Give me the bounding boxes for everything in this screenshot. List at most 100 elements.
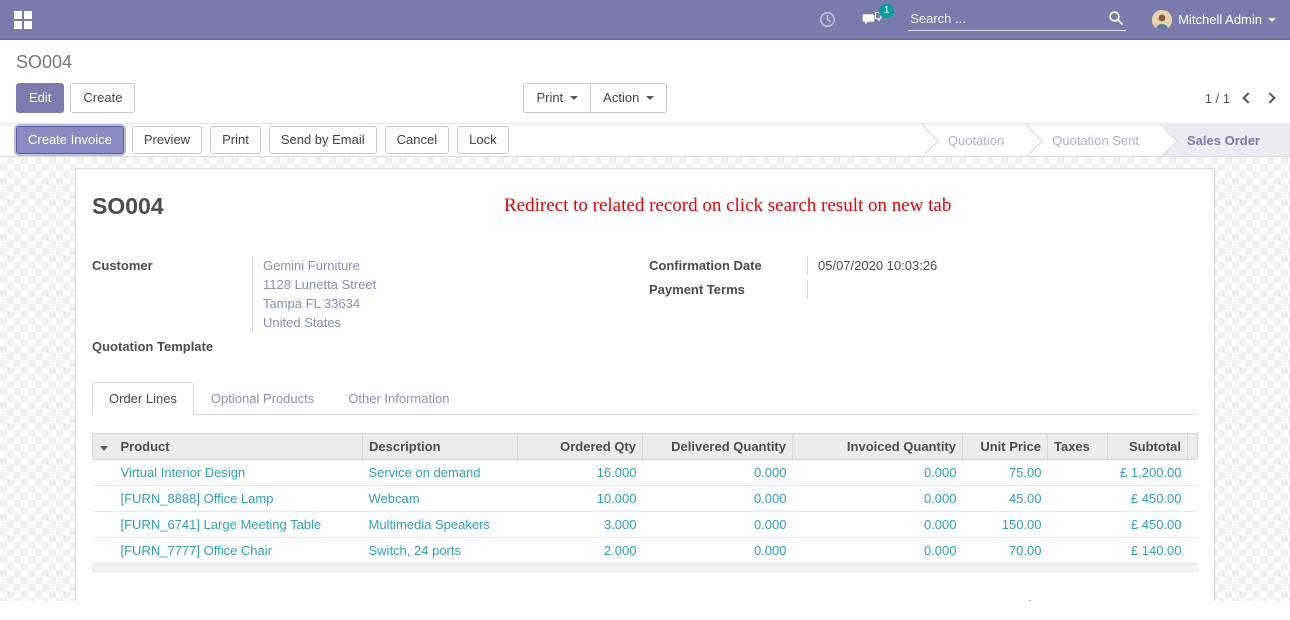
cell-filler [1188, 486, 1198, 512]
apps-square [24, 21, 32, 29]
customer-field-row: Customer Gemini Furniture 1128 Lunetta S… [92, 256, 632, 332]
cell-product: [FURN_8888] Office Lamp [115, 486, 363, 512]
create-button[interactable]: Create [70, 83, 135, 113]
stage-sales-order[interactable]: Sales Order [1161, 124, 1290, 156]
cell-product: [FURN_7777] Office Chair [115, 538, 363, 564]
customer-street: 1128 Lunetta Street [263, 275, 632, 294]
form-statusbar: Create Invoice Preview Print Send by Ema… [0, 123, 1290, 157]
table-row[interactable]: Virtual Interior Design Service on deman… [93, 460, 1198, 486]
edit-create-group: Edit Create [16, 83, 135, 113]
table-row[interactable]: [FURN_7777] Office Chair Switch, 24 port… [93, 538, 1198, 564]
messages-icon[interactable]: 1 [862, 11, 882, 28]
pager: 1 / 1 [1205, 91, 1274, 106]
order-lines-table: Product Description Ordered Qty Delivere… [92, 433, 1198, 564]
caret-down-icon [100, 446, 108, 451]
col-delivered-quantity[interactable]: Delivered Quantity [643, 434, 793, 460]
notebook-tabs: Order Lines Optional Products Other Info… [92, 382, 1198, 415]
cell-delivered-qty: 0.000 [643, 486, 793, 512]
top-navbar: 1 Mitchell Admin [0, 0, 1290, 40]
cell-unit-price: 45.00 [963, 486, 1048, 512]
left-field-group: Customer Gemini Furniture 1128 Lunetta S… [92, 256, 632, 356]
quotation-template-value[interactable] [252, 337, 632, 356]
pager-next-icon[interactable] [1264, 92, 1275, 103]
cell-filler [1188, 512, 1198, 538]
order-totals: Untaxed Amount: £ 2,240.00 [92, 598, 1198, 601]
confirmation-date-value: 05/07/2020 10:03:26 [807, 256, 1198, 275]
apps-menu-icon[interactable] [14, 11, 32, 29]
col-subtotal[interactable]: Subtotal [1108, 434, 1188, 460]
search-input[interactable] [910, 11, 1108, 26]
col-description[interactable]: Description [363, 434, 518, 460]
row-handle-cell [93, 538, 115, 564]
cell-invoiced-qty: 0.000 [793, 486, 963, 512]
cell-description: Webcam [363, 486, 518, 512]
col-taxes[interactable]: Taxes [1048, 434, 1108, 460]
col-filler [1188, 434, 1198, 460]
col-ordered-qty[interactable]: Ordered Qty [518, 434, 643, 460]
cell-description: Multimedia Speakers [363, 512, 518, 538]
print-action-group: Print Action [523, 83, 667, 113]
confirmation-date-field-row: Confirmation Date 05/07/2020 10:03:26 [649, 256, 1198, 275]
chevron-down-icon [646, 96, 654, 100]
control-panel: SO004 Edit Create Print Action 1 / 1 [0, 40, 1290, 123]
cancel-button[interactable]: Cancel [385, 126, 449, 154]
customer-city: Tampa FL 33634 [263, 294, 632, 313]
cell-invoiced-qty: 0.000 [793, 460, 963, 486]
user-menu[interactable]: Mitchell Admin [1152, 10, 1276, 30]
table-row[interactable]: [FURN_6741] Large Meeting Table Multimed… [93, 512, 1198, 538]
activities-clock-icon[interactable] [819, 11, 836, 28]
cell-product: [FURN_6741] Large Meeting Table [115, 512, 363, 538]
edit-button[interactable]: Edit [16, 83, 64, 113]
pager-value[interactable]: 1 / 1 [1205, 91, 1230, 106]
cell-subtotal: £ 140.00 [1108, 538, 1188, 564]
breadcrumb: SO004 [16, 52, 1274, 73]
cell-ordered-qty: 2.000 [518, 538, 643, 564]
table-row[interactable]: [FURN_8888] Office Lamp Webcam 10.000 0.… [93, 486, 1198, 512]
action-dropdown-button[interactable]: Action [590, 83, 667, 113]
cell-unit-price: 75.00 [963, 460, 1048, 486]
tab-other-information[interactable]: Other Information [331, 382, 466, 415]
tab-order-lines[interactable]: Order Lines [92, 382, 194, 415]
content-area: SO004 Redirect to related record on clic… [0, 157, 1290, 601]
payment-terms-label: Payment Terms [649, 280, 807, 299]
lock-button[interactable]: Lock [457, 126, 508, 154]
col-unit-price[interactable]: Unit Price [963, 434, 1048, 460]
col-product[interactable]: Product [115, 434, 363, 460]
quotation-template-field-row: Quotation Template [92, 337, 632, 356]
cell-filler [1188, 538, 1198, 564]
tab-optional-products[interactable]: Optional Products [194, 382, 331, 415]
pager-previous-icon[interactable] [1242, 92, 1253, 103]
print-dropdown-button[interactable]: Print [523, 83, 590, 113]
customer-label: Customer [92, 256, 252, 332]
create-invoice-button[interactable]: Create Invoice [16, 126, 124, 154]
cell-filler [1188, 460, 1198, 486]
cell-delivered-qty: 0.000 [643, 538, 793, 564]
form-sheet: SO004 Redirect to related record on clic… [75, 168, 1215, 601]
message-count-badge: 1 [879, 4, 894, 18]
customer-name[interactable]: Gemini Furniture [263, 256, 632, 275]
customer-value[interactable]: Gemini Furniture 1128 Lunetta Street Tam… [252, 256, 632, 332]
cell-ordered-qty: 3.000 [518, 512, 643, 538]
stage-quotation-sent[interactable]: Quotation Sent [1026, 124, 1161, 156]
payment-terms-value[interactable] [807, 280, 1198, 299]
payment-terms-field-row: Payment Terms [649, 280, 1198, 299]
cell-product: Virtual Interior Design [115, 460, 363, 486]
notebook: Order Lines Optional Products Other Info… [92, 382, 1198, 601]
column-toggle-header[interactable] [93, 434, 115, 460]
cell-subtotal: £ 450.00 [1108, 486, 1188, 512]
cell-subtotal: £ 1,200.00 [1108, 460, 1188, 486]
cell-invoiced-qty: 0.000 [793, 512, 963, 538]
col-invoiced-quantity[interactable]: Invoiced Quantity [793, 434, 963, 460]
search-icon[interactable] [1108, 10, 1124, 26]
cell-unit-price: 150.00 [963, 512, 1048, 538]
apps-square [14, 11, 22, 19]
status-pipeline: Quotation Quotation Sent Sales Order [921, 124, 1290, 156]
send-by-email-button[interactable]: Send by Email [269, 126, 377, 154]
cell-taxes [1048, 486, 1108, 512]
chevron-down-icon [570, 96, 578, 100]
preview-button[interactable]: Preview [132, 126, 202, 154]
cell-unit-price: 70.00 [963, 538, 1048, 564]
avatar [1152, 10, 1172, 30]
global-search [908, 8, 1126, 31]
print-button[interactable]: Print [210, 126, 261, 154]
